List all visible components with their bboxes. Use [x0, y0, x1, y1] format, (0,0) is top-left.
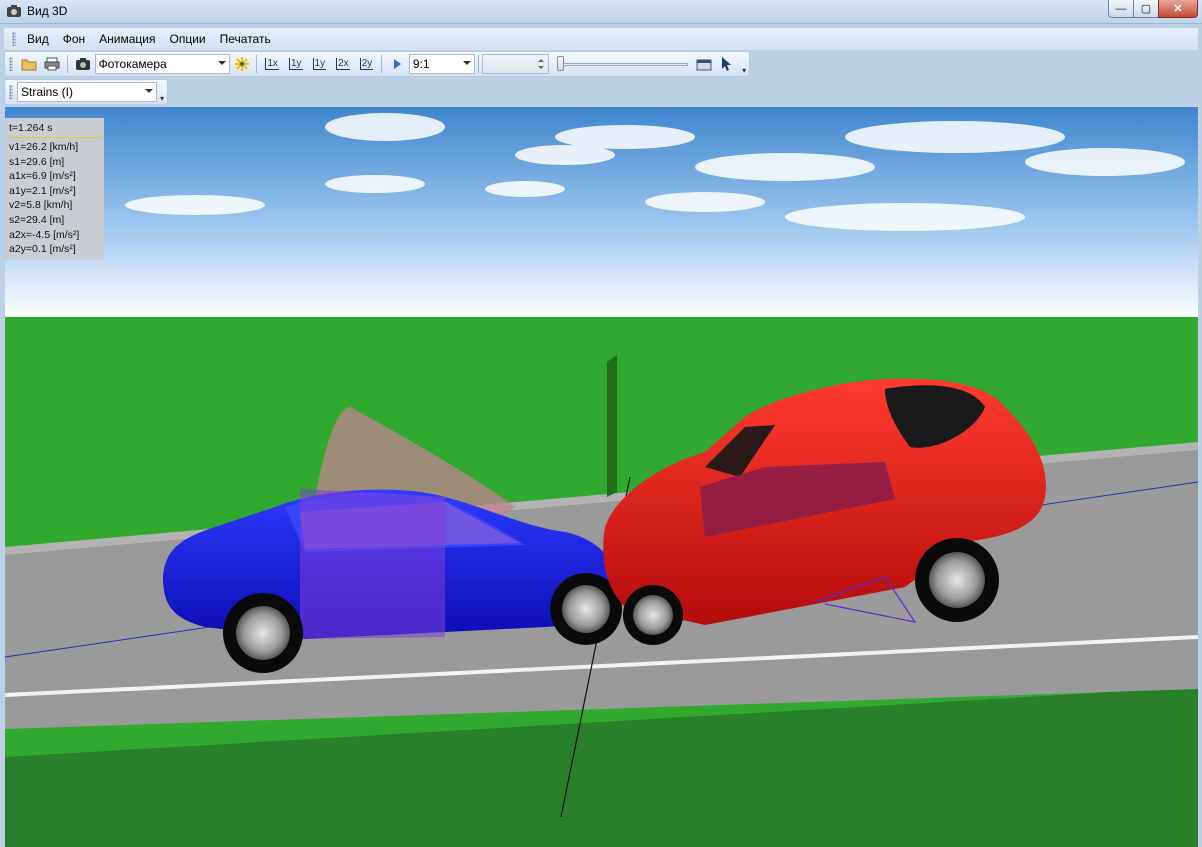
time-readout: t=1.264 s	[9, 122, 101, 138]
separator	[67, 55, 69, 73]
main-toolbar: Фотокамера 1x 1y 1y 2x 2y 9:1 ▾	[4, 51, 750, 77]
telemetry-row: a2x=-4.5 [m/s²]	[9, 228, 80, 241]
strains-toolbar: Strains (I) ▾	[4, 79, 168, 105]
scale-select-value: 9:1	[412, 57, 430, 71]
axis-1x-icon[interactable]: 1x	[262, 54, 282, 74]
camera-icon[interactable]	[73, 54, 93, 74]
print-icon[interactable]	[43, 54, 63, 74]
camera-select[interactable]: Фотокамера	[94, 54, 230, 74]
strains-select-value: Strains (I)	[21, 85, 74, 99]
axis-2y-icon[interactable]: 2y	[357, 54, 377, 74]
slider-track	[559, 63, 689, 66]
strains-select[interactable]: Strains (I)	[17, 82, 157, 102]
telemetry-row: a1y=2.1 [m/s²]	[9, 184, 76, 197]
play-icon[interactable]	[387, 54, 407, 74]
spinner-up-icon[interactable]	[538, 59, 545, 62]
close-button[interactable]: ✕	[1158, 0, 1198, 18]
window-title: Вид 3D	[27, 4, 68, 18]
telemetry-row: a2y=0.1 [m/s²]	[9, 243, 76, 256]
open-folder-icon[interactable]	[19, 54, 39, 74]
telemetry-row: v1=26.2 [km/h]	[9, 141, 79, 153]
grip-icon[interactable]	[12, 32, 16, 46]
menu-animation[interactable]: Анимация	[92, 29, 162, 49]
separator	[381, 55, 383, 73]
window-settings-icon[interactable]	[694, 54, 714, 74]
minimize-button[interactable]: —	[1108, 0, 1134, 18]
menu-background[interactable]: Фон	[56, 29, 92, 49]
toolbar-overflow-icon[interactable]: ▾	[739, 53, 749, 75]
menu-options[interactable]: Опции	[163, 29, 213, 49]
timeline-slider[interactable]	[555, 54, 692, 74]
axis-1y-alt-icon[interactable]: 1y	[310, 54, 330, 74]
chevron-down-icon	[217, 61, 226, 65]
pointer-icon[interactable]	[718, 54, 738, 74]
spinner-down-icon[interactable]	[538, 66, 545, 69]
separator	[478, 55, 480, 73]
menu-bar: Вид Фон Анимация Опции Печатать	[4, 28, 1198, 50]
chevron-down-icon	[463, 61, 472, 65]
telemetry-row: v2=5.8 [km/h]	[9, 199, 73, 212]
camera-select-value: Фотокамера	[98, 57, 167, 71]
maximize-button[interactable]: ▢	[1133, 0, 1159, 18]
scene	[5, 107, 1198, 847]
chevron-down-icon	[145, 89, 153, 93]
speed-spinner[interactable]	[482, 54, 550, 74]
grip-icon[interactable]	[9, 85, 13, 99]
slider-thumb[interactable]	[557, 56, 565, 71]
grip-icon[interactable]	[9, 57, 13, 71]
telemetry-row: a1x=6.9 [m/s²]	[9, 170, 76, 183]
telemetry-panel: t=1.264 s v1=26.2 [km/h] s1=29.6 [m] a1x…	[5, 118, 104, 260]
separator	[256, 55, 258, 73]
telemetry-row: s1=29.6 [m]	[9, 155, 65, 168]
toolbar-overflow-icon[interactable]: ▾	[157, 81, 167, 103]
menu-view[interactable]: Вид	[20, 29, 56, 49]
scale-select[interactable]: 9:1	[408, 54, 476, 74]
title-bar: Вид 3D — ▢ ✕	[0, 0, 1202, 24]
axis-1y-icon[interactable]: 1y	[286, 54, 306, 74]
light-star-icon[interactable]	[232, 54, 252, 74]
axis-2x-icon[interactable]: 2x	[333, 54, 353, 74]
menu-print[interactable]: Печатать	[213, 29, 278, 49]
pole	[607, 355, 617, 497]
camera-app-icon	[7, 5, 21, 17]
3d-viewport[interactable]	[5, 107, 1198, 847]
telemetry-row: s2=29.4 [m]	[9, 213, 65, 226]
